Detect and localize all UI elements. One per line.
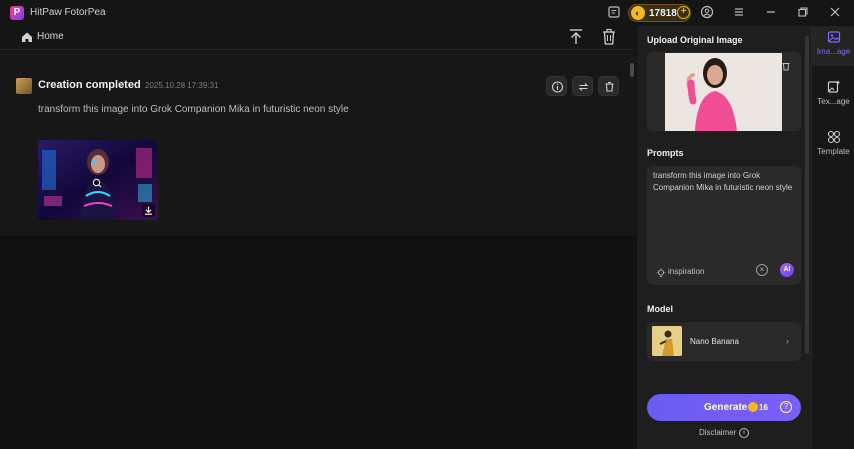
creation-card: Creation completed 2025.10.28 17:39:31 t… xyxy=(0,51,636,236)
feedback-icon[interactable] xyxy=(606,5,622,21)
template-icon xyxy=(827,130,841,144)
tool-rail: Ima...age Tex...age Template xyxy=(811,26,854,449)
creation-status-title: Creation completed xyxy=(38,79,141,91)
rail-label-template: Template xyxy=(817,147,850,156)
model-thumbnail xyxy=(652,326,682,356)
app-title: HitPaw FotorPea xyxy=(30,7,106,18)
info-button[interactable] xyxy=(546,76,567,96)
uploaded-image-preview xyxy=(665,53,782,131)
home-link[interactable]: Home xyxy=(37,31,64,42)
info-icon[interactable]: i xyxy=(739,428,749,438)
breadcrumb: Home xyxy=(0,26,636,50)
clear-prompt-icon[interactable]: × xyxy=(756,264,768,276)
generate-button[interactable]: Generate 16 ? xyxy=(647,394,801,421)
rail-item-text-to-image[interactable]: Tex...age xyxy=(812,76,854,116)
upload-section-title: Upload Original Image xyxy=(647,35,743,45)
app-window: P HitPaw FotorPea ◐ 17818 + Home Creatio… xyxy=(0,0,854,449)
delete-all-icon[interactable] xyxy=(601,28,617,46)
restore-icon[interactable] xyxy=(795,5,811,21)
model-section-title: Model xyxy=(647,304,673,314)
remove-image-icon[interactable] xyxy=(781,58,791,71)
coin-balance: 17818 xyxy=(649,8,677,19)
coin-balance-badge[interactable]: ◐ 17818 + xyxy=(628,4,691,22)
rail-item-template[interactable]: Template xyxy=(812,126,854,166)
download-icon[interactable] xyxy=(142,204,155,217)
generate-cost: 16 xyxy=(759,403,768,412)
rail-item-image-to-image[interactable]: Ima...age xyxy=(812,26,854,66)
delete-creation-button[interactable] xyxy=(598,76,619,96)
zoom-icon[interactable] xyxy=(92,175,102,188)
main-scrollbar[interactable] xyxy=(630,63,634,77)
creation-prompt: transform this image into Grok Companion… xyxy=(38,104,349,115)
result-image[interactable] xyxy=(38,140,158,220)
close-icon[interactable] xyxy=(827,5,843,21)
inspiration-button[interactable]: inspiration xyxy=(668,267,704,276)
image-icon xyxy=(827,30,841,44)
ai-enhance-button[interactable]: AI xyxy=(780,263,794,277)
rail-label-image: Ima...age xyxy=(816,47,851,56)
add-coins-icon[interactable]: + xyxy=(677,6,690,19)
panel-scrollbar[interactable] xyxy=(805,36,809,354)
prompt-text[interactable]: transform this image into Grok Companion… xyxy=(653,170,793,194)
main-empty-area xyxy=(0,236,636,449)
menu-icon[interactable] xyxy=(731,5,747,21)
upload-original-image[interactable] xyxy=(647,52,801,131)
generate-label: Generate xyxy=(704,402,748,413)
avatar xyxy=(16,78,32,94)
home-icon[interactable] xyxy=(20,30,34,44)
account-icon[interactable] xyxy=(699,5,715,21)
prompt-input[interactable]: transform this image into Grok Companion… xyxy=(647,166,801,285)
disclaimer-link[interactable]: Disclaimer xyxy=(699,428,736,437)
help-icon[interactable]: ? xyxy=(780,401,792,413)
creation-timestamp: 2025.10.28 17:39:31 xyxy=(145,81,219,90)
regenerate-button[interactable] xyxy=(572,76,593,96)
model-name: Nano Banana xyxy=(690,337,739,346)
coin-icon: ◐ xyxy=(631,6,645,20)
upload-to-top-icon[interactable] xyxy=(568,28,584,46)
rail-label-text: Tex...age xyxy=(817,97,850,106)
coin-icon xyxy=(748,402,758,412)
chevron-right-icon: › xyxy=(786,336,789,346)
text-image-icon xyxy=(827,80,841,94)
title-bar: P HitPaw FotorPea ◐ 17818 + xyxy=(0,0,854,26)
minimize-icon[interactable] xyxy=(763,5,779,21)
model-selector[interactable]: Nano Banana › xyxy=(647,322,801,361)
prompts-section-title: Prompts xyxy=(647,148,684,158)
app-logo-icon: P xyxy=(10,6,24,20)
lightbulb-icon xyxy=(656,266,666,278)
